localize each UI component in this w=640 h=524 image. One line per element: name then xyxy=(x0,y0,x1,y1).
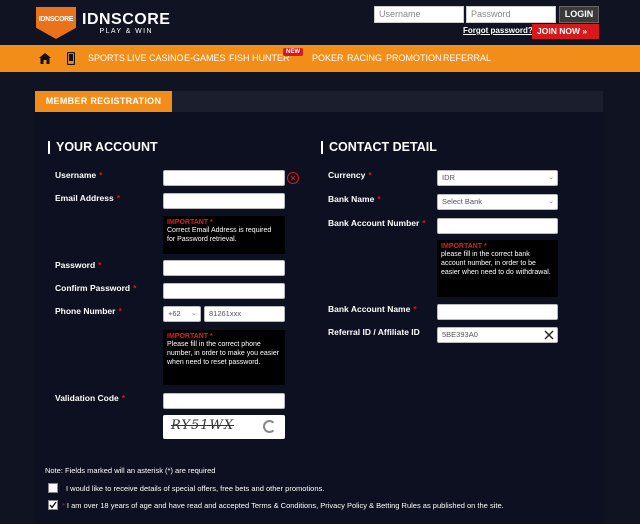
referral-label: Referral ID / Affiliate ID xyxy=(328,327,420,337)
password-label: Password * xyxy=(55,260,102,270)
close-icon[interactable] xyxy=(544,330,554,340)
home-icon[interactable] xyxy=(39,53,51,64)
checkmark-icon xyxy=(49,501,57,509)
main-nav: SPORTS LIVE CASINO E-GAMES FISH HUNTER N… xyxy=(0,45,640,72)
username-input[interactable] xyxy=(163,170,285,186)
promo-checkbox[interactable] xyxy=(48,483,58,493)
chevron-down-icon: ⌄ xyxy=(191,310,197,317)
your-account-title: YOUR ACCOUNT xyxy=(48,141,158,154)
logo-name: IDNSCORE xyxy=(82,10,171,28)
phone-important-note: IMPORTANT * Please fill in the correct p… xyxy=(163,330,285,385)
site-logo[interactable]: IDNSCORE IDNSCORE PLAY & WIN xyxy=(36,7,170,39)
logo-tagline: PLAY & WIN xyxy=(99,27,153,35)
bank-important-note: IMPORTANT * please fill in the correct b… xyxy=(437,240,558,297)
header: IDNSCORE IDNSCORE PLAY & WIN Username Pa… xyxy=(0,0,640,45)
currency-select[interactable]: IDR ⌄ xyxy=(437,170,558,186)
confirm-password-label: Confirm Password * xyxy=(55,283,137,293)
validation-code-label: Validation Code * xyxy=(55,393,126,403)
nav-item-e-games[interactable]: E-GAMES xyxy=(184,45,226,72)
email-note-text: Correct Email Address is required for Pa… xyxy=(167,227,272,243)
bank-account-name-input[interactable] xyxy=(437,304,558,320)
phone-label: Phone Number * xyxy=(55,306,122,316)
bank-name-label: Bank Name * xyxy=(328,194,381,204)
tab-member-registration[interactable]: MEMBER REGISTRATION xyxy=(35,91,172,112)
clear-icon[interactable] xyxy=(287,172,299,184)
captcha-text: RY51WX xyxy=(171,418,235,433)
important-label: IMPORTANT * xyxy=(167,333,213,340)
bank-note-text: please fill in the correct bank account … xyxy=(441,251,551,276)
forgot-password-link[interactable]: Forgot password? xyxy=(463,26,533,35)
join-now-button[interactable]: JOIN NOW » xyxy=(532,24,599,39)
validation-code-input[interactable] xyxy=(163,393,285,409)
important-label: IMPORTANT * xyxy=(441,243,487,250)
nav-item-sports[interactable]: SPORTS xyxy=(88,45,125,72)
promo-checkbox-label: I would like to receive details of speci… xyxy=(66,484,325,493)
mobile-icon[interactable] xyxy=(67,52,75,65)
password-input[interactable] xyxy=(163,260,285,276)
logo-shield-icon: IDNSCORE xyxy=(36,7,76,39)
new-badge: NEW xyxy=(283,48,303,56)
referral-input[interactable]: 5BE393A0 xyxy=(437,327,558,343)
important-label: IMPORTANT * xyxy=(167,219,213,226)
required-fields-note: Note: Fields marked will an asterisk (*)… xyxy=(45,466,216,475)
refresh-icon[interactable] xyxy=(263,420,276,433)
bank-name-select[interactable]: Select Bank ⌄ xyxy=(437,194,558,210)
bank-account-number-input[interactable] xyxy=(437,218,558,234)
email-important-note: IMPORTANT * Correct Email Address is req… xyxy=(163,216,285,254)
phone-prefix-select[interactable]: +62 ⌄ xyxy=(163,306,201,322)
bank-account-number-label: Bank Account Number * xyxy=(328,218,426,228)
nav-item-live-casino[interactable]: LIVE CASINO xyxy=(127,45,184,72)
currency-label: Currency * xyxy=(328,170,372,180)
nav-item-poker[interactable]: POKER xyxy=(312,45,344,72)
confirm-password-input[interactable] xyxy=(163,283,285,299)
email-input[interactable] xyxy=(163,193,285,209)
logo-text: IDNSCORE PLAY & WIN xyxy=(82,10,171,35)
nav-item-promotion[interactable]: PROMOTION xyxy=(386,45,442,72)
nav-item-fish-hunter[interactable]: FISH HUNTER xyxy=(229,45,290,72)
email-label: Email Address * xyxy=(55,193,121,203)
phone-number-input[interactable]: 81261xxx xyxy=(204,306,285,322)
username-label: Username * xyxy=(55,170,103,180)
login-button[interactable]: LOGIN xyxy=(559,6,599,23)
contact-detail-title: CONTACT DETAIL xyxy=(321,141,437,154)
chevron-down-icon: ⌄ xyxy=(548,198,554,205)
nav-item-referral[interactable]: REFERRAL xyxy=(443,45,491,72)
terms-checkbox-label: * I am over 18 years of age and have read… xyxy=(62,501,504,510)
captcha-image: RY51WX xyxy=(163,415,285,439)
login-password-input[interactable]: Password xyxy=(466,6,556,23)
phone-note-text: Please fill in the correct phone number,… xyxy=(167,341,280,366)
nav-item-racing[interactable]: RACING xyxy=(347,45,382,72)
bank-account-name-label: Bank Account Name * xyxy=(328,304,417,314)
terms-checkbox[interactable] xyxy=(48,500,58,510)
chevron-down-icon: ⌄ xyxy=(548,174,554,181)
login-username-input[interactable]: Username xyxy=(374,6,464,23)
